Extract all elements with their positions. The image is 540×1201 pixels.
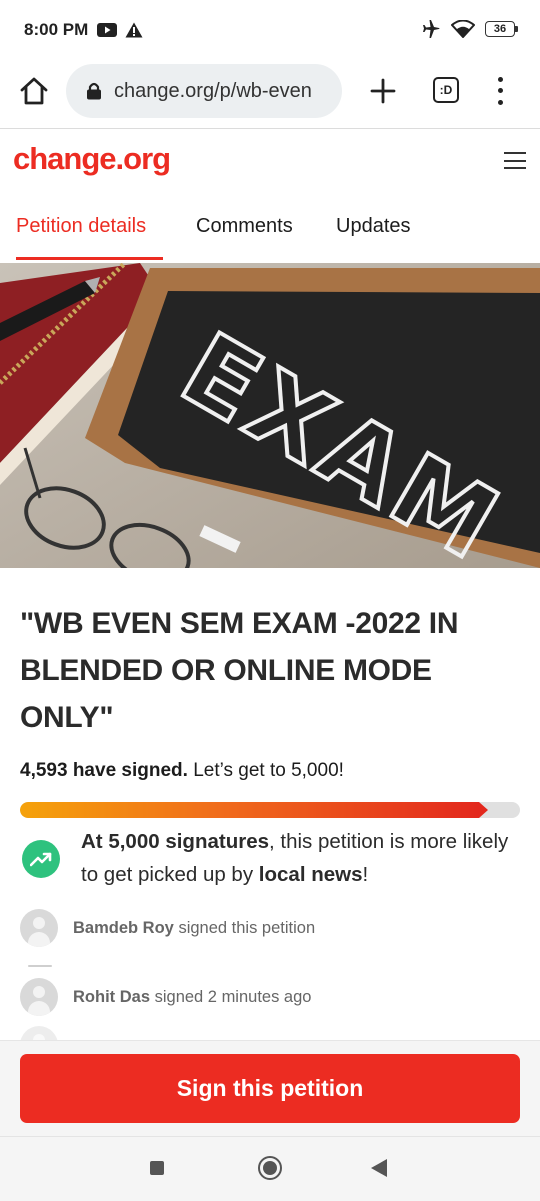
signature-count: 4,593 have signed. Let’s get to 5,000!: [20, 760, 344, 782]
wifi-icon: [451, 20, 475, 38]
battery-icon: 36: [485, 21, 518, 37]
signer-action: signed this petition: [173, 918, 316, 937]
avatar: [20, 909, 58, 947]
menu-icon[interactable]: [504, 152, 526, 169]
petition-title: "WB EVEN SEM EXAM -2022 IN BLENDED OR ON…: [20, 607, 459, 734]
tab-comments[interactable]: Comments: [196, 215, 293, 238]
airplane-icon: [423, 20, 440, 38]
sign-petition-button[interactable]: Sign this petition: [20, 1054, 520, 1123]
recents-icon[interactable]: [150, 1161, 164, 1175]
new-tab-icon[interactable]: [366, 74, 400, 108]
tab-updates[interactable]: Updates: [336, 215, 411, 238]
avatar: [20, 1026, 58, 1040]
address-bar[interactable]: change.org/p/wb-even: [66, 64, 342, 118]
progress-fill: [20, 802, 479, 818]
system-nav-bar: [0, 1136, 540, 1201]
goal-text: Let’s get to 5,000!: [187, 760, 344, 781]
status-bar: 8:00 PM 36: [0, 0, 540, 62]
active-tab-indicator: [16, 257, 163, 260]
signer-name: Bamdeb Roy: [73, 918, 174, 937]
signer-divider: [28, 965, 52, 967]
progress-arrow: [479, 802, 488, 818]
cta-bar: Sign this petition: [0, 1040, 540, 1137]
recent-signer: Bamdeb Roy signed this petition: [20, 909, 315, 947]
youtube-icon: [97, 23, 117, 37]
back-icon[interactable]: [371, 1159, 387, 1177]
home-nav-icon[interactable]: [258, 1156, 282, 1180]
avatar: [20, 978, 58, 1016]
milestone-bold-2: local news: [258, 863, 363, 886]
petition-tabs: Petition details Comments Updates: [0, 193, 540, 263]
battery-level: 36: [485, 21, 515, 37]
site-header: change.org: [0, 128, 540, 194]
browser-toolbar: change.org/p/wb-even :D: [0, 62, 540, 128]
more-options-icon[interactable]: [490, 74, 510, 108]
milestone-text-2: !: [362, 863, 369, 886]
notification-icons: [97, 22, 143, 38]
recent-signer-partial: [20, 1026, 58, 1040]
alert-icon: [125, 22, 143, 38]
signer-action: signed 2 minutes ago: [150, 987, 312, 1006]
lock-icon: [87, 82, 101, 100]
milestone-message: At 5,000 signatures, this petition is mo…: [81, 825, 511, 891]
milestone-bold-1: At 5,000 signatures: [81, 830, 269, 853]
signature-progress-bar: [20, 802, 520, 818]
system-icons: 36: [421, 20, 518, 38]
tab-switcher-button[interactable]: :D: [433, 77, 459, 103]
signer-name: Rohit Das: [73, 987, 151, 1006]
home-icon[interactable]: [17, 74, 51, 108]
signed-count-text: 4,593 have signed.: [20, 760, 188, 781]
recent-signer: Rohit Das signed 2 minutes ago: [20, 978, 311, 1016]
trending-up-icon: [22, 840, 60, 878]
tab-petition-details[interactable]: Petition details: [16, 215, 146, 238]
petition-image: EXAM: [0, 263, 540, 568]
status-time: 8:00 PM: [24, 20, 89, 39]
url-text: change.org/p/wb-even: [114, 80, 312, 102]
change-org-logo[interactable]: change.org: [13, 141, 171, 177]
